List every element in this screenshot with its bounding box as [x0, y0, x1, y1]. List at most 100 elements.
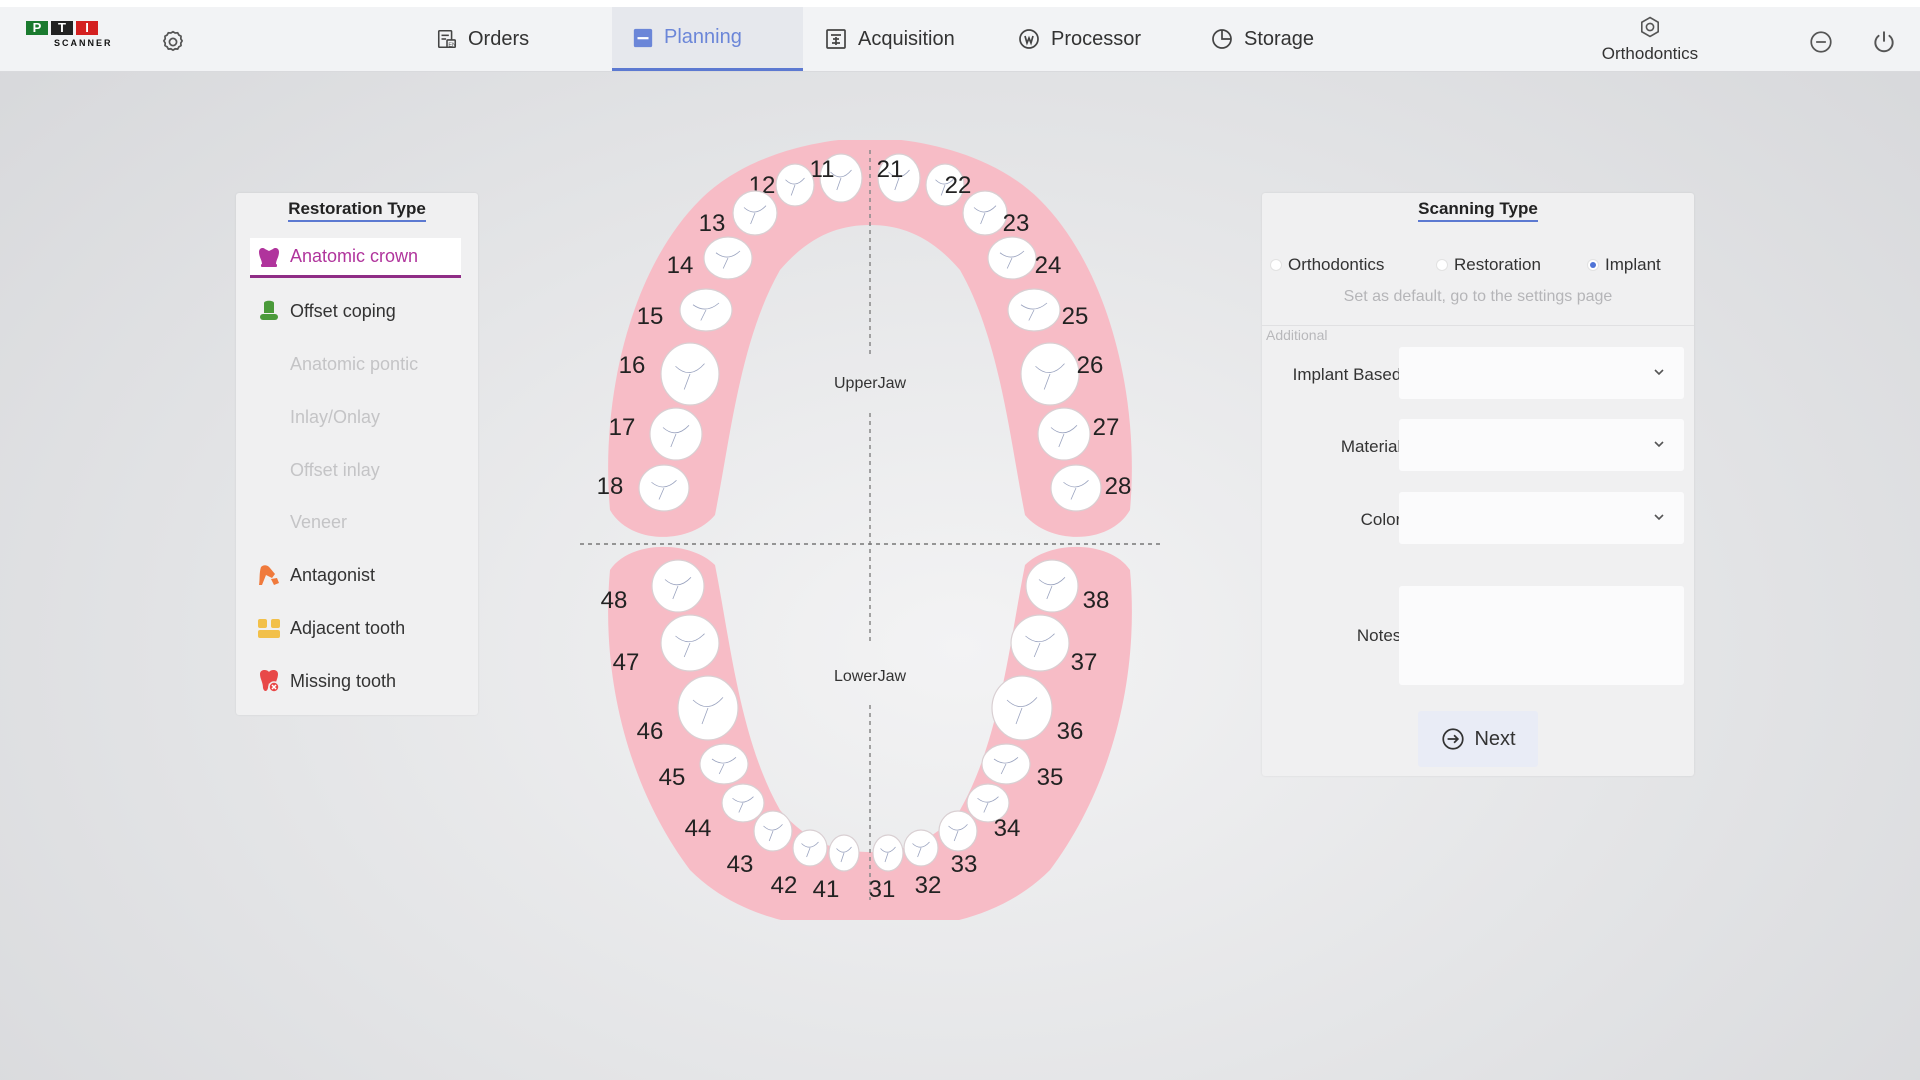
tab-orders[interactable]: EN Orders [436, 7, 606, 71]
arrow-right-circle-icon [1442, 728, 1465, 750]
tooth-number-21: 21 [877, 156, 904, 183]
tab-orders-label: Orders [468, 27, 530, 50]
next-button-label: Next [1474, 727, 1516, 750]
implant-based-select[interactable] [1399, 347, 1684, 399]
tooth-number-48: 48 [601, 587, 628, 614]
radio-restoration-dot [1436, 259, 1448, 271]
radio-orthodontics[interactable]: Orthodontics [1270, 255, 1384, 275]
upper-jaw-label: UpperJaw [834, 375, 906, 392]
tooth-number-24: 24 [1035, 252, 1062, 279]
tooth-number-23: 23 [1003, 210, 1030, 237]
planning-icon [633, 28, 653, 47]
material-label: Material: [1340, 437, 1406, 456]
logo-subtitle: SCANNER [54, 38, 113, 48]
radio-restoration-label: Restoration [1454, 255, 1541, 274]
restoration-type-panel: Restoration Type Anatomic crown Offset c… [236, 193, 478, 715]
tooth-number-43: 43 [727, 851, 754, 878]
restoration-antagonist[interactable]: Antagonist [250, 555, 461, 595]
tooth-number-45: 45 [659, 764, 686, 791]
tooth-number-37: 37 [1071, 649, 1098, 676]
tooth-number-38: 38 [1083, 587, 1110, 614]
tab-storage-label: Storage [1244, 27, 1315, 50]
tooth-number-15: 15 [637, 303, 664, 330]
next-button[interactable]: Next [1418, 711, 1538, 767]
anatomic-pontic-label: Anatomic pontic [290, 353, 419, 374]
tab-acquisition[interactable]: Acquisition [824, 7, 1004, 71]
tooth-number-47: 47 [613, 649, 640, 676]
veneer-icon-placeholder [256, 509, 282, 535]
tooth-number-44: 44 [685, 815, 712, 842]
tab-planning-label: Planning [664, 26, 742, 48]
radio-implant-dot [1587, 259, 1599, 271]
tooth-number-26: 26 [1077, 352, 1104, 379]
chevron-down-icon [1654, 441, 1664, 448]
radio-implant[interactable]: Implant [1587, 255, 1661, 275]
material-select[interactable] [1399, 419, 1684, 471]
section-divider [1262, 325, 1694, 326]
tooth-chart-svg: UpperJaw LowerJaw 1112131415161718212223… [580, 138, 1160, 930]
tooth-number-41: 41 [813, 876, 840, 903]
tooth-number-16: 16 [619, 352, 646, 379]
minimize-icon[interactable] [1808, 29, 1834, 55]
offset-coping-icon [256, 298, 282, 324]
adjacent-tooth-icon [256, 615, 282, 641]
restoration-veneer[interactable]: Veneer [250, 502, 461, 542]
tooth-number-25: 25 [1062, 303, 1089, 330]
logo-letter-i: I [76, 21, 98, 35]
restoration-anatomic-crown[interactable]: Anatomic crown [250, 238, 461, 278]
restoration-offset-coping[interactable]: Offset coping [250, 291, 461, 331]
processor-icon [1019, 29, 1039, 49]
settings-gear-icon[interactable] [160, 29, 186, 55]
adjacent-tooth-label: Adjacent tooth [290, 617, 406, 638]
color-select[interactable] [1399, 492, 1684, 544]
power-icon[interactable] [1871, 29, 1897, 55]
tab-processor-label: Processor [1051, 27, 1142, 50]
tooth-chart: UpperJaw LowerJaw 11 12 13 14 15 16 17 18 21 22 23… [570, 138, 1170, 930]
scanning-type-panel: Scanning Type Orthodontics Restoration I… [1262, 193, 1694, 776]
restoration-missing-tooth[interactable]: Missing tooth [250, 661, 461, 701]
hexagon-settings-icon [1641, 16, 1659, 38]
mode-label: Orthodontics [1601, 44, 1699, 63]
tooth-number-42: 42 [771, 872, 798, 899]
scanning-type-options: Orthodontics Restoration Implant [1262, 255, 1694, 279]
tooth-number-34: 34 [994, 815, 1021, 842]
tooth-number-28: 28 [1105, 473, 1132, 500]
offset-inlay-label: Offset inlay [290, 459, 380, 480]
scanning-type-title: Scanning Type [1262, 199, 1694, 222]
missing-tooth-label: Missing tooth [290, 670, 397, 691]
restoration-adjacent-tooth[interactable]: Adjacent tooth [250, 608, 461, 648]
antagonist-label: Antagonist [290, 564, 376, 585]
restoration-inlay-onlay[interactable]: Inlay/Onlay [250, 397, 461, 437]
tooth-number-18: 18 [597, 473, 624, 500]
tab-planning[interactable]: Planning [612, 7, 803, 71]
logo-letter-t: T [51, 21, 73, 35]
tooth-number-17: 17 [609, 414, 636, 441]
mode-indicator[interactable]: Orthodontics [1590, 15, 1710, 64]
lower-jaw-label: LowerJaw [834, 668, 906, 685]
anatomic-pontic-icon-placeholder [256, 351, 282, 377]
default-settings-hint[interactable]: Set as default, go to the settings page [1262, 288, 1694, 306]
inlay-onlay-icon-placeholder [256, 404, 282, 430]
tooth-number-35: 35 [1037, 764, 1064, 791]
logo-letter-p: P [26, 21, 48, 35]
notes-textarea[interactable] [1399, 586, 1684, 685]
tab-storage[interactable]: Storage [1210, 7, 1370, 71]
restoration-offset-inlay[interactable]: Offset inlay [250, 450, 461, 490]
restoration-anatomic-pontic[interactable]: Anatomic pontic [250, 344, 461, 384]
tooth-number-36: 36 [1057, 718, 1084, 745]
radio-orthodontics-dot [1270, 259, 1282, 271]
additional-section-label: Additional [1266, 327, 1328, 343]
tab-processor[interactable]: Processor [1017, 7, 1187, 71]
tooth-number-32: 32 [915, 872, 942, 899]
implant-based-label: Implant Based: [1292, 365, 1406, 384]
restoration-type-title: Restoration Type [236, 199, 478, 222]
radio-restoration[interactable]: Restoration [1436, 255, 1541, 275]
offset-inlay-icon-placeholder [256, 457, 282, 483]
offset-coping-label: Offset coping [290, 300, 396, 321]
radio-implant-label: Implant [1605, 255, 1661, 274]
antagonist-icon [256, 562, 282, 588]
top-navigation-bar: P T I SCANNER EN Orders Planning Acquisi… [0, 7, 1920, 72]
anatomic-crown-icon [256, 244, 282, 270]
anatomic-crown-label: Anatomic crown [290, 246, 419, 266]
svg-text:EN: EN [448, 42, 456, 48]
